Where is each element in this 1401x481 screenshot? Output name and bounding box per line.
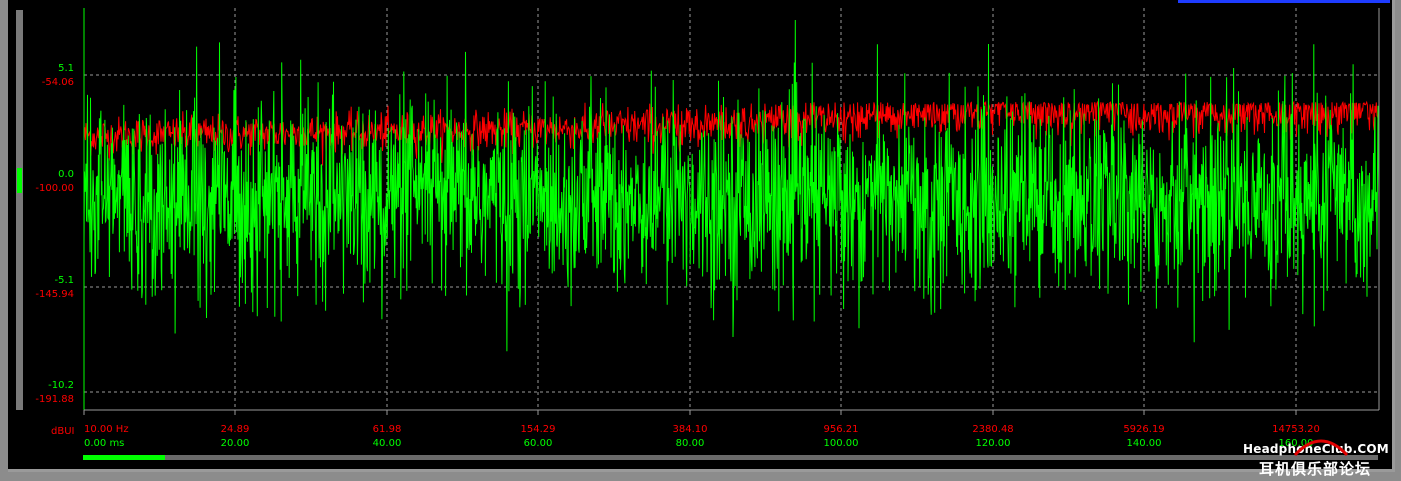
site-watermark: HeadphoneClub.COM 耳机俱乐部论坛: [1243, 439, 1393, 479]
x-tick-label-ms: 60.00: [524, 438, 553, 449]
x-tick-label-ms: 120.00: [976, 438, 1011, 449]
noise-chart: 5.1 0.0 -5.1 -10.2 -54.06 -100.00 -145.94 -191.…: [35, 8, 1380, 449]
series-green-line: [83, 19, 1380, 352]
x-tick-label-hz: 956.21: [824, 424, 859, 435]
x-tick-label-hz: 384.10: [673, 424, 708, 435]
x-tick-label-ms: 20.00: [221, 438, 250, 449]
y-tick-label-red: -100.00: [35, 183, 74, 194]
x-tick-label-hz: 14753.20: [1272, 424, 1320, 435]
x-tick-label-ms: 40.00: [373, 438, 402, 449]
x-tick-label-hz: 24.89: [221, 424, 250, 435]
x-tick-label-hz: 61.98: [373, 424, 402, 435]
y-tick-label-green: -10.2: [48, 380, 74, 391]
x-tick-label-ms: 0.00 ms: [84, 438, 124, 449]
y-tick-label-green: 5.1: [58, 63, 74, 74]
x-tick-label-hz: 10.00 Hz: [84, 424, 129, 435]
unit-label: dBUI: [51, 426, 74, 437]
x-tick-label-hz: 5926.19: [1123, 424, 1164, 435]
x-tick-label-ms: 80.00: [676, 438, 705, 449]
y-tick-label-green: -5.1: [54, 275, 74, 286]
y-tick-label-red: -54.06: [42, 77, 74, 88]
x-tick-label-ms: 100.00: [824, 438, 859, 449]
y-tick-label-red: -145.94: [35, 289, 74, 300]
y-tick-label-red: -191.88: [35, 394, 74, 405]
y-tick-label-green: 0.0: [58, 169, 74, 180]
x-tick-label-ms: 140.00: [1127, 438, 1162, 449]
headphone-logo-icon: [1293, 439, 1349, 457]
x-tick-label-hz: 2380.48: [972, 424, 1013, 435]
series-green-time: [83, 19, 1380, 352]
x-tick-label-hz: 154.29: [521, 424, 556, 435]
